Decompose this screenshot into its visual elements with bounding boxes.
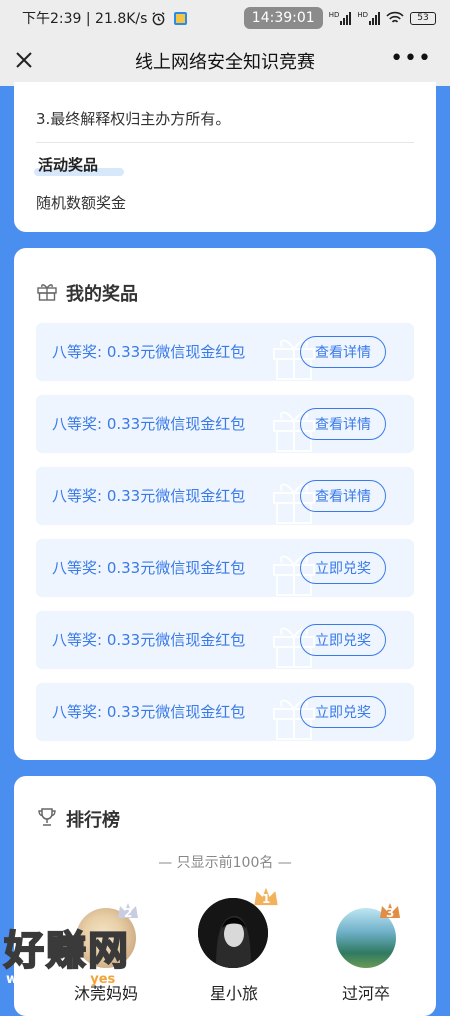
leaderboard-note: — 只显示前100名 — <box>158 855 292 871</box>
rank-number: 3 <box>386 906 395 920</box>
rule-item: 3.最终解释权归主办方所有。 <box>36 110 231 128</box>
watermark-url-prefix: www.zhuan <box>6 972 91 987</box>
status-bar-text: 下午2:39 | 21.8K/s <box>22 11 148 27</box>
signal-icon-2 <box>369 11 380 25</box>
trophy-icon <box>38 808 56 826</box>
prize-text: 八等奖: 0.33元微信现金红包 <box>52 487 246 505</box>
prize-text: 八等奖: 0.33元微信现金红包 <box>52 343 246 361</box>
my-prizes-title: 我的奖品 <box>66 284 138 305</box>
rules-card: 3.最终解释权归主办方所有。 活动奖品 随机数额奖金 <box>14 82 436 232</box>
more-menu-button[interactable]: ••• <box>390 48 432 70</box>
hd-label: HD <box>328 11 340 19</box>
my-prizes-card: 我的奖品 八等奖: 0.33元微信现金红包 查看详情 八等奖: 0.33元微信现… <box>14 248 436 760</box>
view-details-button[interactable]: 查看详情 <box>300 336 386 368</box>
redeem-button[interactable]: 立即兑奖 <box>300 624 386 656</box>
wifi-icon <box>386 11 404 23</box>
nav-bar: 线上网络安全知识竞赛 ••• <box>0 36 450 86</box>
leaderboard-title: 排行榜 <box>66 810 120 831</box>
alarm-icon <box>152 11 165 25</box>
prize-text: 八等奖: 0.33元微信现金红包 <box>52 631 246 649</box>
prize-row: 八等奖: 0.33元微信现金红包 查看详情 <box>36 467 414 525</box>
app-notification-icon <box>174 11 188 25</box>
watermark-url-suffix: .com <box>115 972 151 987</box>
watermark-url: www.zhuanyes.com <box>6 972 150 987</box>
prize-row: 八等奖: 0.33元微信现金红包 查看详情 <box>36 395 414 453</box>
battery-icon: 53 <box>410 11 436 25</box>
redeem-button[interactable]: 立即兑奖 <box>300 696 386 728</box>
redeem-button[interactable]: 立即兑奖 <box>300 552 386 584</box>
status-clock: 14:39:01 <box>243 7 323 29</box>
prize-row: 八等奖: 0.33元微信现金红包 立即兑奖 <box>36 539 414 597</box>
hd-label-2: HD <box>357 11 368 19</box>
prize-heading: 活动奖品 <box>38 156 99 174</box>
prize-text: 八等奖: 0.33元微信现金红包 <box>52 703 246 721</box>
page-title: 线上网络安全知识竞赛 <box>135 52 315 73</box>
close-button[interactable] <box>10 46 38 74</box>
rank-name: 过河卒 <box>341 984 390 1003</box>
site-watermark: 好赚网 www.zhuanyes.com <box>3 918 204 998</box>
divider <box>36 142 414 143</box>
signal-2-group: HD <box>357 11 380 25</box>
status-bar-left: 下午2:39 | 21.8K/s <box>22 8 188 28</box>
rank-number: 1 <box>262 892 271 906</box>
status-bar-right: 14:39:01 HD HD 53 <box>243 7 436 29</box>
prize-row: 八等奖: 0.33元微信现金红包 立即兑奖 <box>36 611 414 669</box>
signal-icon <box>340 11 352 25</box>
prize-row: 八等奖: 0.33元微信现金红包 立即兑奖 <box>36 683 414 741</box>
watermark-logo-text: 好赚网 <box>3 927 130 975</box>
gift-icon <box>37 284 57 301</box>
status-bar: 下午2:39 | 21.8K/s 14:39:01 HD HD 53 <box>0 0 450 36</box>
prize-description: 随机数额奖金 <box>36 194 127 212</box>
prize-text: 八等奖: 0.33元微信现金红包 <box>52 559 246 577</box>
prize-text: 八等奖: 0.33元微信现金红包 <box>52 415 246 433</box>
signal-1-group: HD <box>329 11 352 25</box>
view-details-button[interactable]: 查看详情 <box>300 408 386 440</box>
view-details-button[interactable]: 查看详情 <box>300 480 386 512</box>
close-icon <box>16 52 32 68</box>
prize-row: 八等奖: 0.33元微信现金红包 查看详情 <box>36 323 414 381</box>
watermark-url-accent: yes <box>90 972 116 987</box>
